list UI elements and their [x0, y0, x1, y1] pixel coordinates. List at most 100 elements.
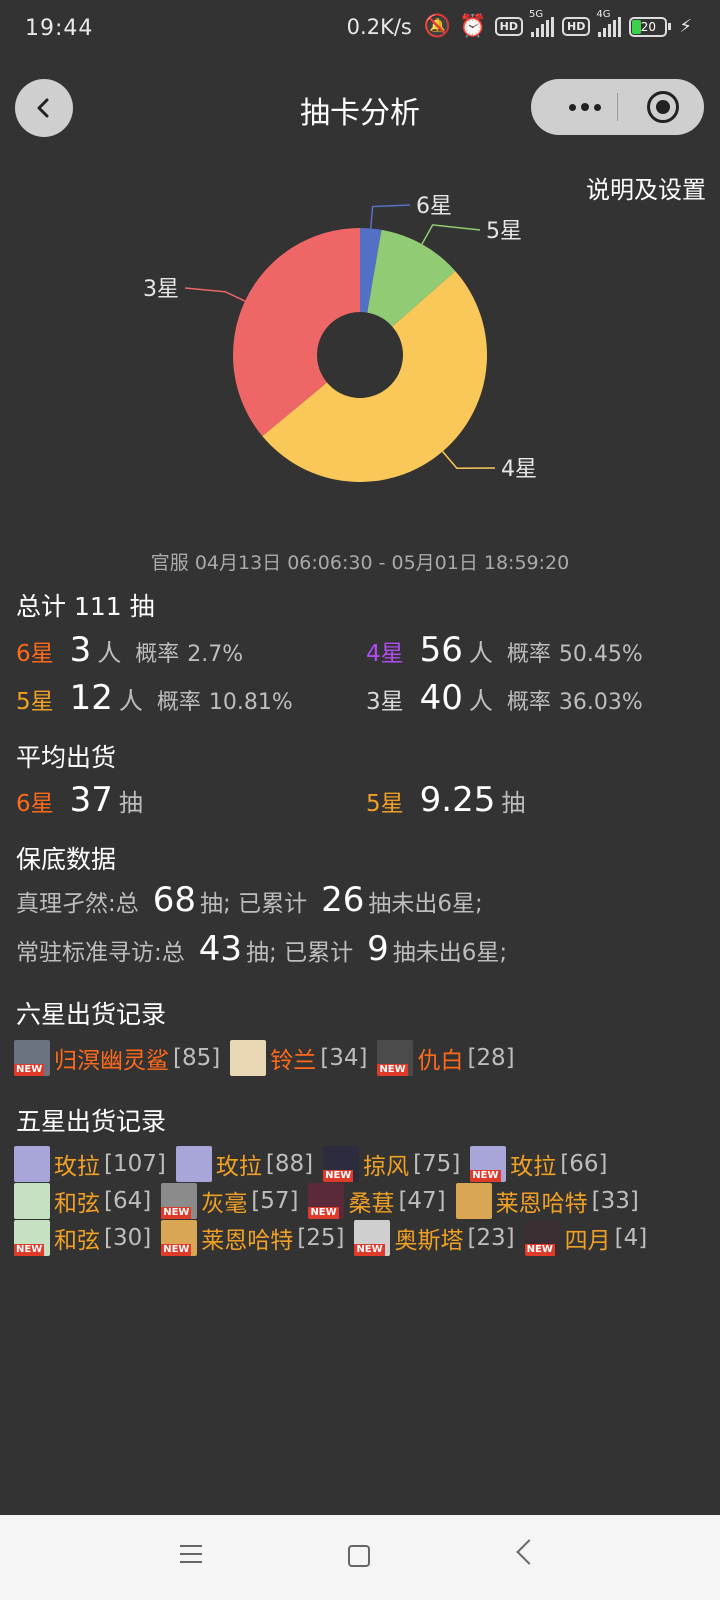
avg-value: 9.25 [419, 780, 496, 820]
pull-count: [33] [591, 1188, 639, 1214]
star-label: 6星 [16, 641, 54, 667]
record-item: NEW 仇白 [28] [377, 1040, 515, 1076]
mute-bell-icon: 🔕 [423, 14, 452, 39]
star-label: 6星 [16, 791, 54, 817]
new-badge: NEW [524, 1244, 555, 1256]
system-nav-bar [0, 1515, 720, 1600]
new-badge: NEW [308, 1207, 339, 1219]
pull-count: [66] [560, 1151, 608, 1177]
operator-avatar: NEW [308, 1183, 345, 1219]
count-value: 3 [69, 630, 92, 670]
alarm-icon: ⏰ [459, 14, 487, 39]
operator-name: 玫拉 [54, 1154, 100, 1180]
hd-icon: HD [494, 17, 524, 36]
operator-name: 桑葚 [348, 1191, 395, 1217]
star-distribution-chart: 6星 5星 4星 3星 [143, 194, 537, 482]
pull-count: [23] [467, 1225, 515, 1251]
record-item: 玫拉 [88] [175, 1146, 313, 1182]
operator-name: 掠风 [363, 1154, 410, 1180]
hd-icon: HD [562, 17, 591, 36]
record-item: 玫拉 [107] [14, 1146, 166, 1182]
operator-avatar [230, 1040, 267, 1076]
operator-name: 铃兰 [270, 1048, 317, 1074]
menu-icon[interactable] [180, 1545, 202, 1565]
pity-accumulated: 26 [321, 880, 365, 920]
pull-count: [85] [173, 1045, 221, 1071]
slice-label-1: 6星 [416, 194, 452, 219]
six-star-records: NEW 归溟幽灵鲨 [85] 铃兰 [34] NEW 仇白 [28] [14, 1040, 525, 1076]
miniapp-capsule [531, 79, 704, 135]
leader-line-3 [441, 451, 496, 469]
operator-avatar [455, 1183, 492, 1219]
pull-count: [64] [104, 1188, 152, 1214]
stat-row-3star: 3星 40 人 概率 36.03% [366, 678, 643, 718]
date-range: 官服 04月13日 06:06:30 - 05月01日 18:59:20 [150, 552, 570, 574]
pity-total: 68 [152, 880, 197, 920]
leader-line-2 [421, 224, 481, 245]
signal-icon: 4G [596, 9, 622, 37]
stat-row-6star: 6星 3 人 概率 2.7% [16, 630, 243, 670]
record-item: NEW 灰毫 [57] [161, 1183, 298, 1219]
signal-icon: 5G [529, 9, 555, 37]
rate-value: 50.45% [558, 642, 643, 667]
avg-value: 37 [69, 780, 113, 820]
star-label: 3星 [366, 689, 404, 715]
battery-level: 20 [640, 19, 656, 34]
battery-icon: 20 [629, 16, 672, 37]
record-item: NEW 桑葚 [47] [308, 1183, 446, 1219]
record-item: NEW 奥斯塔 [23] [354, 1220, 515, 1256]
pull-count: [30] [104, 1225, 152, 1251]
target-close-icon[interactable] [647, 91, 679, 123]
record-item: NEW 玫拉 [66] [470, 1146, 608, 1182]
count-unit: 人 [97, 639, 122, 667]
record-item: NEW 归溟幽灵鲨 [85] [14, 1040, 220, 1076]
operator-avatar: NEW [354, 1220, 391, 1256]
pity-row: 常驻标准寻访:总 43 抽; 已累计 9 抽未出6星; [16, 929, 507, 969]
five-star-records-title: 五星出货记录 [16, 1107, 167, 1136]
operator-avatar: NEW [161, 1183, 198, 1219]
operator-avatar: NEW [14, 1040, 50, 1076]
pity-mid: 抽; 已累计 [200, 891, 308, 917]
slice-label-3: 4星 [501, 457, 537, 482]
count-value: 56 [419, 630, 463, 670]
pity-post: 抽未出6星; [392, 940, 508, 966]
new-badge: NEW [323, 1170, 354, 1182]
operator-name: 四月 [564, 1228, 611, 1254]
count-unit: 人 [468, 639, 493, 667]
record-item: NEW 掠风 [75] [323, 1146, 460, 1182]
operator-name: 和弦 [54, 1191, 100, 1217]
pull-count: [34] [320, 1045, 368, 1071]
sim1-label: 5G [529, 8, 544, 20]
stat-row-5star: 5星 12 人 概率 10.81% [16, 678, 293, 718]
leader-line-1 [370, 204, 411, 229]
pity-accumulated: 9 [367, 929, 389, 969]
operator-name: 奥斯塔 [394, 1228, 464, 1254]
new-badge: NEW [354, 1244, 385, 1256]
pull-count: [107] [104, 1151, 166, 1177]
new-badge: NEW [161, 1244, 192, 1256]
status-icons: 0.2K/s 🔕 ⏰ HD 5G HD 4G 20 ⚡ [347, 9, 692, 40]
status-time: 19:44 [25, 16, 94, 41]
slice-label-2: 5星 [486, 219, 522, 244]
pull-count: [28] [467, 1045, 515, 1071]
rate-value: 10.81% [208, 690, 293, 715]
operator-name: 莱恩哈特 [495, 1191, 588, 1217]
more-button[interactable] [554, 79, 616, 135]
home-square-icon[interactable] [348, 1545, 370, 1567]
new-badge: NEW [377, 1064, 408, 1076]
record-item: 铃兰 [34] [230, 1040, 367, 1076]
pity-title: 保底数据 [16, 845, 117, 874]
count-value: 40 [419, 678, 463, 718]
operator-avatar [175, 1146, 212, 1182]
pity-post: 抽未出6星; [368, 891, 483, 917]
rate-label: 概率 [506, 690, 551, 715]
operator-name: 归溟幽灵鲨 [54, 1048, 169, 1074]
rate-value: 36.03% [558, 690, 643, 715]
operator-name: 仇白 [417, 1048, 464, 1074]
pity-pool: 常驻标准寻访:总 [16, 940, 185, 966]
count-unit: 人 [118, 687, 143, 715]
slice-label-4: 3星 [143, 277, 179, 302]
back-chevron-icon[interactable] [516, 1539, 542, 1565]
pity-total: 43 [198, 929, 243, 969]
pull-count: [47] [398, 1188, 446, 1214]
